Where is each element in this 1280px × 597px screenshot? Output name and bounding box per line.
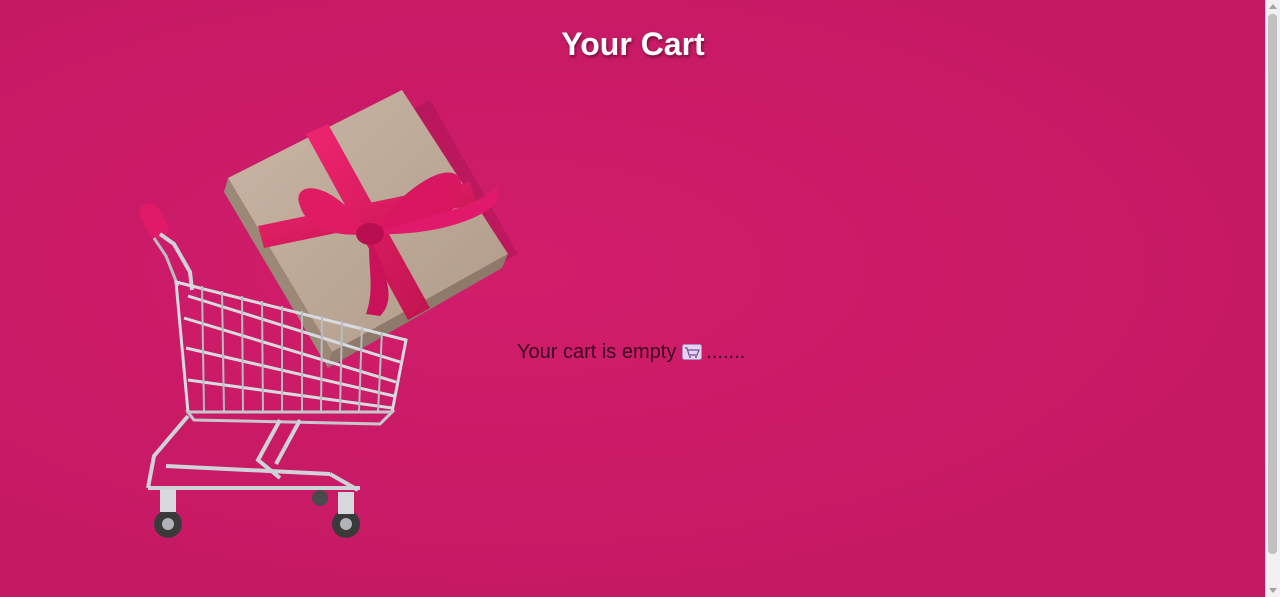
empty-cart-ellipsis: .......	[706, 341, 746, 363]
empty-cart-message: Your cart is empty .......	[517, 341, 745, 364]
shopping-cart-icon	[682, 343, 703, 360]
cart-gift-image	[139, 90, 518, 538]
cart-page: Your Cart Your cart is empty .......	[0, 0, 1266, 597]
empty-cart-text: Your cart is empty	[517, 341, 677, 363]
scroll-up-icon[interactable]	[1269, 4, 1277, 9]
scrollbar-thumb[interactable]	[1268, 14, 1277, 554]
vertical-scrollbar[interactable]	[1265, 0, 1280, 597]
scroll-down-icon[interactable]	[1269, 588, 1277, 593]
page-title: Your Cart	[561, 26, 705, 62]
